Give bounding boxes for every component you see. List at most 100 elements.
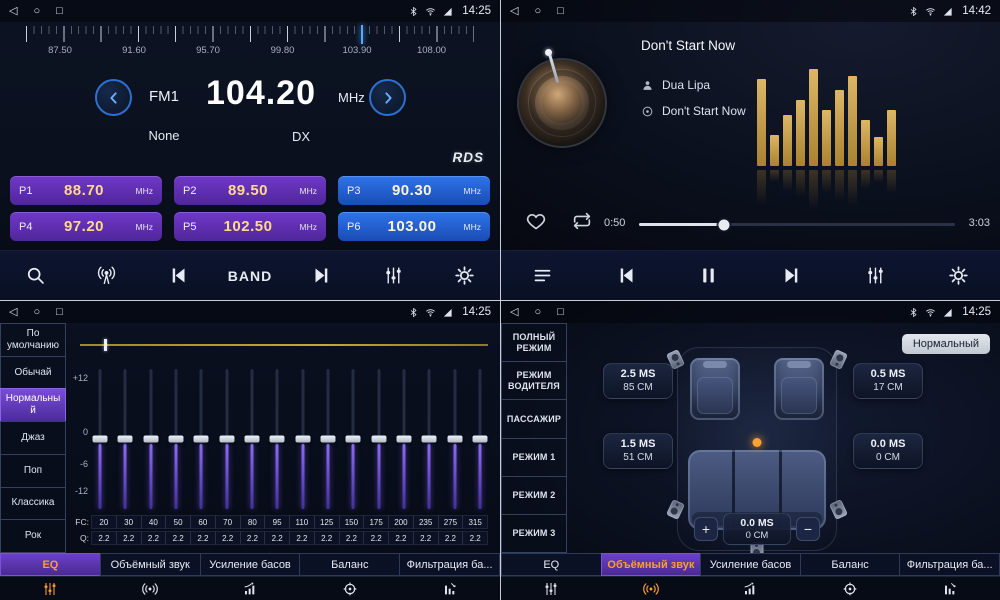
band-button[interactable]: BAND (228, 255, 272, 297)
eq-preset-pop[interactable]: Поп (0, 454, 66, 488)
repeat-button[interactable] (571, 210, 593, 235)
bass-boost-icon[interactable] (200, 577, 300, 600)
favorite-button[interactable] (525, 210, 547, 235)
preset-p6[interactable]: P6 103.00 MHz (338, 212, 490, 241)
eq-band-knob[interactable] (396, 436, 411, 443)
eq-band-slider[interactable] (117, 369, 133, 509)
equalizer-button[interactable] (854, 255, 896, 297)
eq-band-knob[interactable] (346, 436, 361, 443)
front-left-delay[interactable]: 2.5 MS 85 CM (603, 363, 673, 399)
nav-recents-icon[interactable]: □ (56, 307, 63, 318)
nav-back-icon[interactable]: ◁ (9, 6, 17, 17)
tab-eq[interactable]: EQ (0, 553, 101, 576)
mode-3[interactable]: РЕЖИМ 3 (501, 514, 567, 553)
mode-passenger[interactable]: ПАССАЖИР (501, 399, 567, 438)
eq-band-slider[interactable] (168, 369, 184, 509)
tab-bass-boost[interactable]: Усиление басов (700, 553, 801, 576)
eq-band-knob[interactable] (422, 436, 437, 443)
nav-home-icon[interactable]: ○ (33, 307, 40, 318)
balance-icon[interactable] (300, 577, 400, 600)
eq-band-slider[interactable] (371, 369, 387, 509)
eq-preset-classic[interactable]: Классика (0, 487, 66, 521)
seek-bar[interactable] (639, 223, 955, 226)
eq-band-knob[interactable] (447, 436, 462, 443)
listening-position-marker[interactable] (753, 438, 762, 447)
eq-band-knob[interactable] (320, 436, 335, 443)
tune-up-button[interactable] (369, 79, 406, 116)
eq-preset-jazz[interactable]: Джаз (0, 421, 66, 455)
nav-back-icon[interactable]: ◁ (510, 307, 518, 318)
equalizer-button[interactable] (372, 255, 414, 297)
nav-home-icon[interactable]: ○ (534, 6, 541, 17)
search-button[interactable] (15, 255, 57, 297)
eq-band-knob[interactable] (472, 436, 487, 443)
nav-back-icon[interactable]: ◁ (510, 6, 518, 17)
eq-sliders-icon[interactable] (501, 577, 601, 600)
eq-band-slider[interactable] (143, 369, 159, 509)
next-station-button[interactable] (301, 255, 343, 297)
nav-recents-icon[interactable]: □ (557, 307, 564, 318)
filter-icon[interactable] (900, 577, 1000, 600)
preset-p3[interactable]: P3 90.30 MHz (338, 176, 490, 205)
master-level-knob[interactable] (104, 339, 107, 351)
next-track-button[interactable] (771, 255, 813, 297)
eq-preset-normal[interactable]: Нормальный (0, 388, 66, 422)
eq-preset-default[interactable]: По умолчанию (0, 323, 66, 357)
sound-profile-button[interactable]: Нормальный (902, 334, 990, 354)
eq-band-knob[interactable] (270, 436, 285, 443)
eq-sliders-icon[interactable] (0, 577, 100, 600)
nav-recents-icon[interactable]: □ (56, 6, 63, 17)
eq-band-slider[interactable] (320, 369, 336, 509)
eq-band-slider[interactable] (244, 369, 260, 509)
nav-recents-icon[interactable]: □ (557, 6, 564, 17)
eq-band-knob[interactable] (93, 436, 108, 443)
seek-bar-knob[interactable] (719, 219, 730, 230)
preset-p1[interactable]: P1 88.70 MHz (10, 176, 162, 205)
tab-surround-sound[interactable]: Объёмный звук (100, 553, 201, 576)
mode-driver[interactable]: РЕЖИМ ВОДИТЕЛЯ (501, 361, 567, 400)
delay-increase-button[interactable]: + (694, 517, 718, 541)
driver-seat[interactable] (690, 358, 740, 420)
tab-bass-boost[interactable]: Усиление басов (200, 553, 301, 576)
mode-full[interactable]: ПОЛНЫЙ РЕЖИМ (501, 323, 567, 362)
balance-icon[interactable] (800, 577, 900, 600)
eq-band-slider[interactable] (345, 369, 361, 509)
nav-home-icon[interactable]: ○ (33, 6, 40, 17)
radio-scan-button[interactable] (86, 255, 128, 297)
tab-bass-filter[interactable]: Фильтрация ба... (899, 553, 1000, 576)
mode-2[interactable]: РЕЖИМ 2 (501, 476, 567, 515)
filter-icon[interactable] (400, 577, 500, 600)
preset-p2[interactable]: P2 89.50 MHz (174, 176, 326, 205)
eq-band-slider[interactable] (421, 369, 437, 509)
bass-boost-icon[interactable] (701, 577, 801, 600)
eq-band-slider[interactable] (219, 369, 235, 509)
eq-band-knob[interactable] (244, 436, 259, 443)
eq-band-slider[interactable] (295, 369, 311, 509)
passenger-seat[interactable] (774, 358, 824, 420)
mode-1[interactable]: РЕЖИМ 1 (501, 438, 567, 477)
eq-band-knob[interactable] (295, 436, 310, 443)
frequency-ruler[interactable]: 87.50 91.60 95.70 99.80 103.90 108.00 (0, 23, 500, 61)
eq-band-knob[interactable] (371, 436, 386, 443)
eq-band-slider[interactable] (447, 369, 463, 509)
pause-button[interactable] (688, 255, 730, 297)
eq-band-knob[interactable] (143, 436, 158, 443)
preset-p4[interactable]: P4 97.20 MHz (10, 212, 162, 241)
eq-band-slider[interactable] (396, 369, 412, 509)
surround-sound-icon[interactable] (100, 577, 200, 600)
delay-decrease-button[interactable]: − (796, 517, 820, 541)
surround-sound-icon[interactable] (601, 577, 701, 600)
tab-eq[interactable]: EQ (501, 553, 602, 576)
nav-home-icon[interactable]: ○ (534, 307, 541, 318)
nav-back-icon[interactable]: ◁ (9, 307, 17, 318)
eq-band-knob[interactable] (168, 436, 183, 443)
eq-band-slider[interactable] (92, 369, 108, 509)
eq-band-slider[interactable] (269, 369, 285, 509)
tab-balance[interactable]: Баланс (299, 553, 400, 576)
rear-left-delay[interactable]: 1.5 MS 51 CM (603, 433, 673, 469)
master-level-slider[interactable] (80, 344, 488, 346)
eq-band-slider[interactable] (193, 369, 209, 509)
eq-band-knob[interactable] (219, 436, 234, 443)
eq-band-slider[interactable] (472, 369, 488, 509)
playlist-button[interactable] (522, 255, 564, 297)
